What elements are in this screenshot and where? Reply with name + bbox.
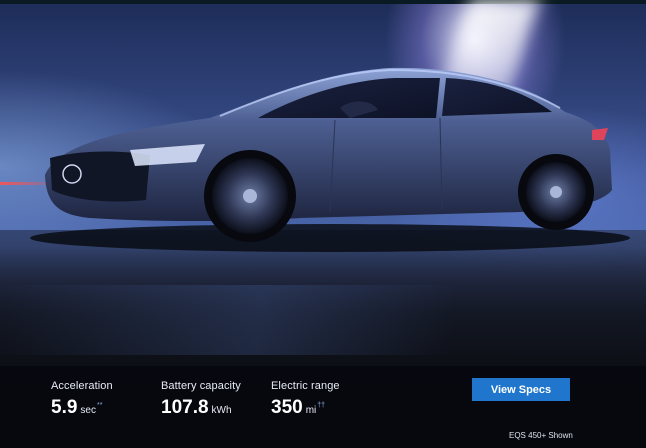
image-caption: EQS 450+ Shown [509,431,573,440]
spec-number: 107.8 [161,397,209,418]
spec-value: 107.8 kWh [161,397,241,419]
spec-label: Battery capacity [161,380,241,392]
spec-unit: sec [80,405,96,416]
spec-label: Acceleration [51,380,113,392]
spec-value: 350 mi†† [271,397,340,419]
view-specs-button[interactable]: View Specs [472,378,570,401]
spec-unit: kWh [211,405,232,416]
spec-number: 5.9 [51,397,78,418]
spec-footnote-marker[interactable]: ** [97,402,102,409]
hero-banner: Acceleration 5.9 sec** Battery capacity 1… [0,0,646,448]
spec-battery-capacity: Battery capacity 107.8 kWh [161,380,241,419]
spec-number: 350 [271,397,303,418]
spec-electric-range: Electric range 350 mi†† [271,380,340,419]
spec-unit: mi [305,405,317,416]
spec-acceleration: Acceleration 5.9 sec** [51,380,113,419]
spec-label: Electric range [271,380,340,392]
spec-footnote-marker[interactable]: †† [317,402,325,409]
spec-value: 5.9 sec** [51,397,113,419]
